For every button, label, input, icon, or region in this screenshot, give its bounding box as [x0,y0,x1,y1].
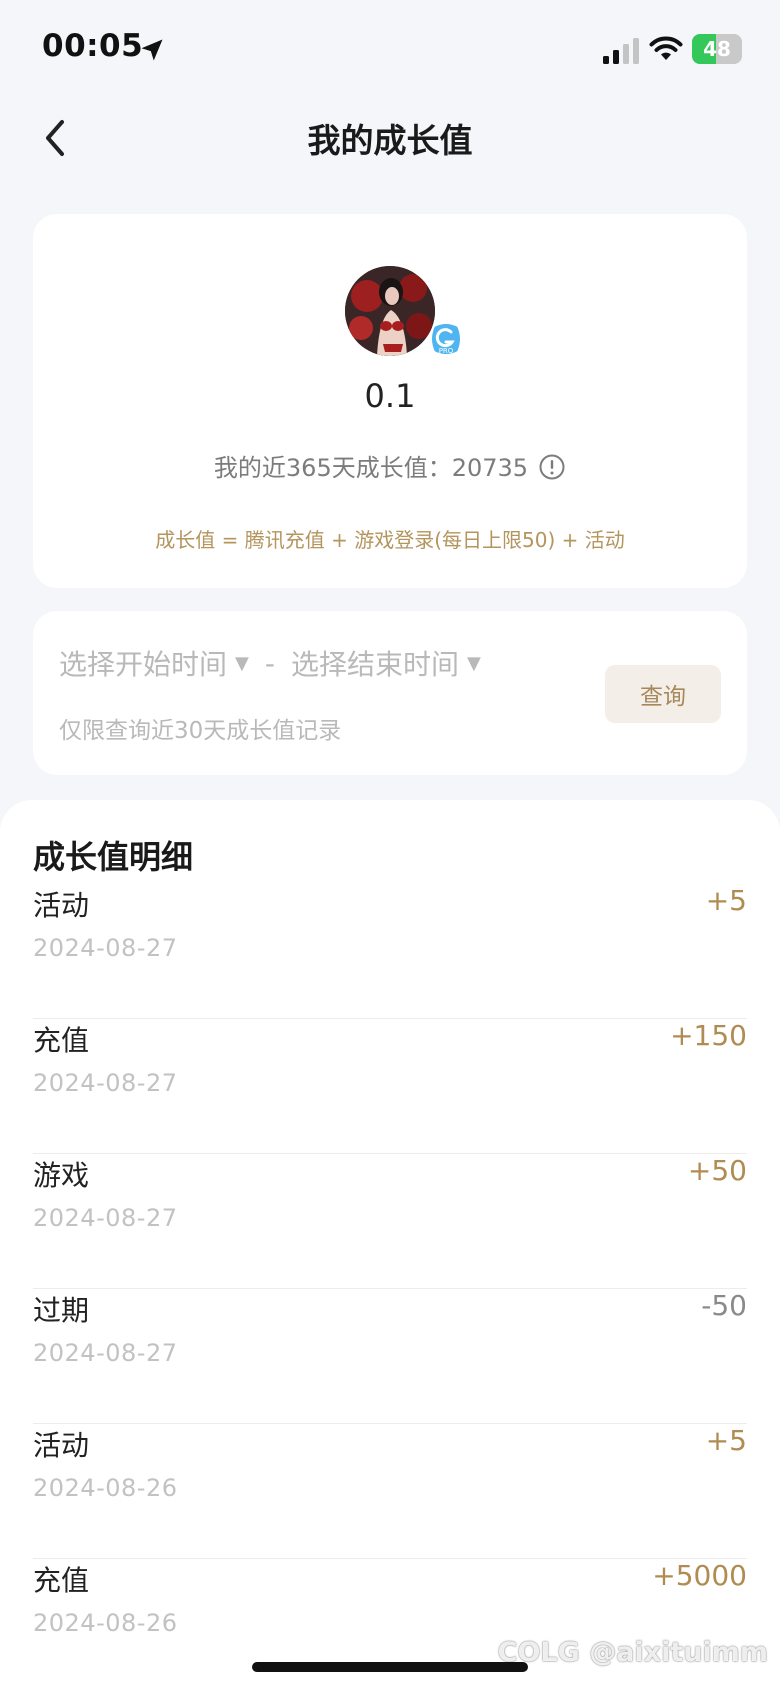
level-value: 0.1 [364,377,416,415]
record-list: 活动 2024-08-27 +5 充值 2024-08-27 +150 游戏 2… [33,884,747,1688]
date-separator: - [264,646,275,680]
query-button[interactable]: 查询 [605,665,721,723]
growth-label: 我的近365天成长值： [213,454,452,482]
record-type: 充值 [33,1564,90,1597]
detail-title: 成长值明细 [33,838,194,876]
record-row: 充值 2024-08-27 +150 [33,1019,747,1154]
battery-percent: 48 [703,37,731,61]
record-amount: -50 [701,1289,747,1322]
record-row: 活动 2024-08-26 +5 [33,1424,747,1559]
record-date: 2024-08-26 [33,1474,178,1502]
start-date-label: 选择开始时间 [59,648,228,681]
info-icon[interactable] [538,453,566,481]
record-amount: +50 [687,1154,747,1187]
avatar[interactable] [345,266,435,356]
record-amount: +5 [705,884,747,917]
home-indicator [252,1662,528,1672]
record-row: 游戏 2024-08-27 +50 [33,1154,747,1289]
record-amount: +5000 [652,1559,747,1592]
battery-indicator: 48 [692,34,742,64]
record-type: 过期 [33,1294,90,1327]
location-arrow-icon [141,39,163,61]
page-title: 我的成长值 [307,121,473,160]
status-time: 00:05 [42,28,144,64]
profile-card: PRO 0.1 我的近365天成长值：20735 成长值 = 腾讯充值 + 游戏… [33,214,747,588]
record-date: 2024-08-27 [33,1339,178,1367]
record-date: 2024-08-27 [33,1204,178,1232]
avatar-image [345,266,435,356]
status-bar: 00:05 48 [0,0,780,100]
query-hint: 仅限查询近30天成长值记录 [59,718,342,744]
record-amount: +5 [705,1424,747,1457]
end-date-label: 选择结束时间 [290,648,459,681]
start-dropdown-arrow-icon: ▼ [235,652,249,674]
growth-detail-panel: 成长值明细 活动 2024-08-27 +5 充值 2024-08-27 +15… [0,800,780,1688]
date-range-selector: 选择开始时间 ▼ - 选择结束时间 ▼ [59,643,481,683]
record-amount: +150 [670,1019,747,1052]
record-type: 游戏 [33,1159,90,1192]
query-card: 选择开始时间 ▼ - 选择结束时间 ▼ 仅限查询近30天成长值记录 查询 [33,611,747,775]
record-type: 充值 [33,1024,90,1057]
record-type: 活动 [33,1429,90,1462]
end-dropdown-arrow-icon: ▼ [466,652,481,674]
record-type: 活动 [33,889,90,922]
pro-badge-icon: PRO [430,322,462,356]
record-row: 活动 2024-08-27 +5 [33,884,747,1019]
record-date: 2024-08-26 [33,1609,178,1637]
start-date-picker[interactable]: 选择开始时间 ▼ [59,643,249,683]
wifi-icon [649,36,683,60]
growth-value: 20735 [451,454,529,482]
record-date: 2024-08-27 [33,934,178,962]
pro-badge-label: PRO [439,347,454,355]
watermark: COLG @aixituimm [497,1637,768,1668]
end-date-picker[interactable]: 选择结束时间 ▼ [291,643,481,683]
cellular-signal-icon [603,38,639,64]
record-row: 过期 2024-08-27 -50 [33,1289,747,1424]
record-date: 2024-08-27 [33,1069,178,1097]
growth-summary: 我的近365天成长值：20735 [33,448,747,483]
growth-value-page: 00:05 48 我的成长值 PRO 0.1 我的近365天成长值：20735 … [0,0,780,1688]
growth-formula: 成长值 = 腾讯充值 + 游戏登录(每日上限50) + 活动 [155,528,625,552]
